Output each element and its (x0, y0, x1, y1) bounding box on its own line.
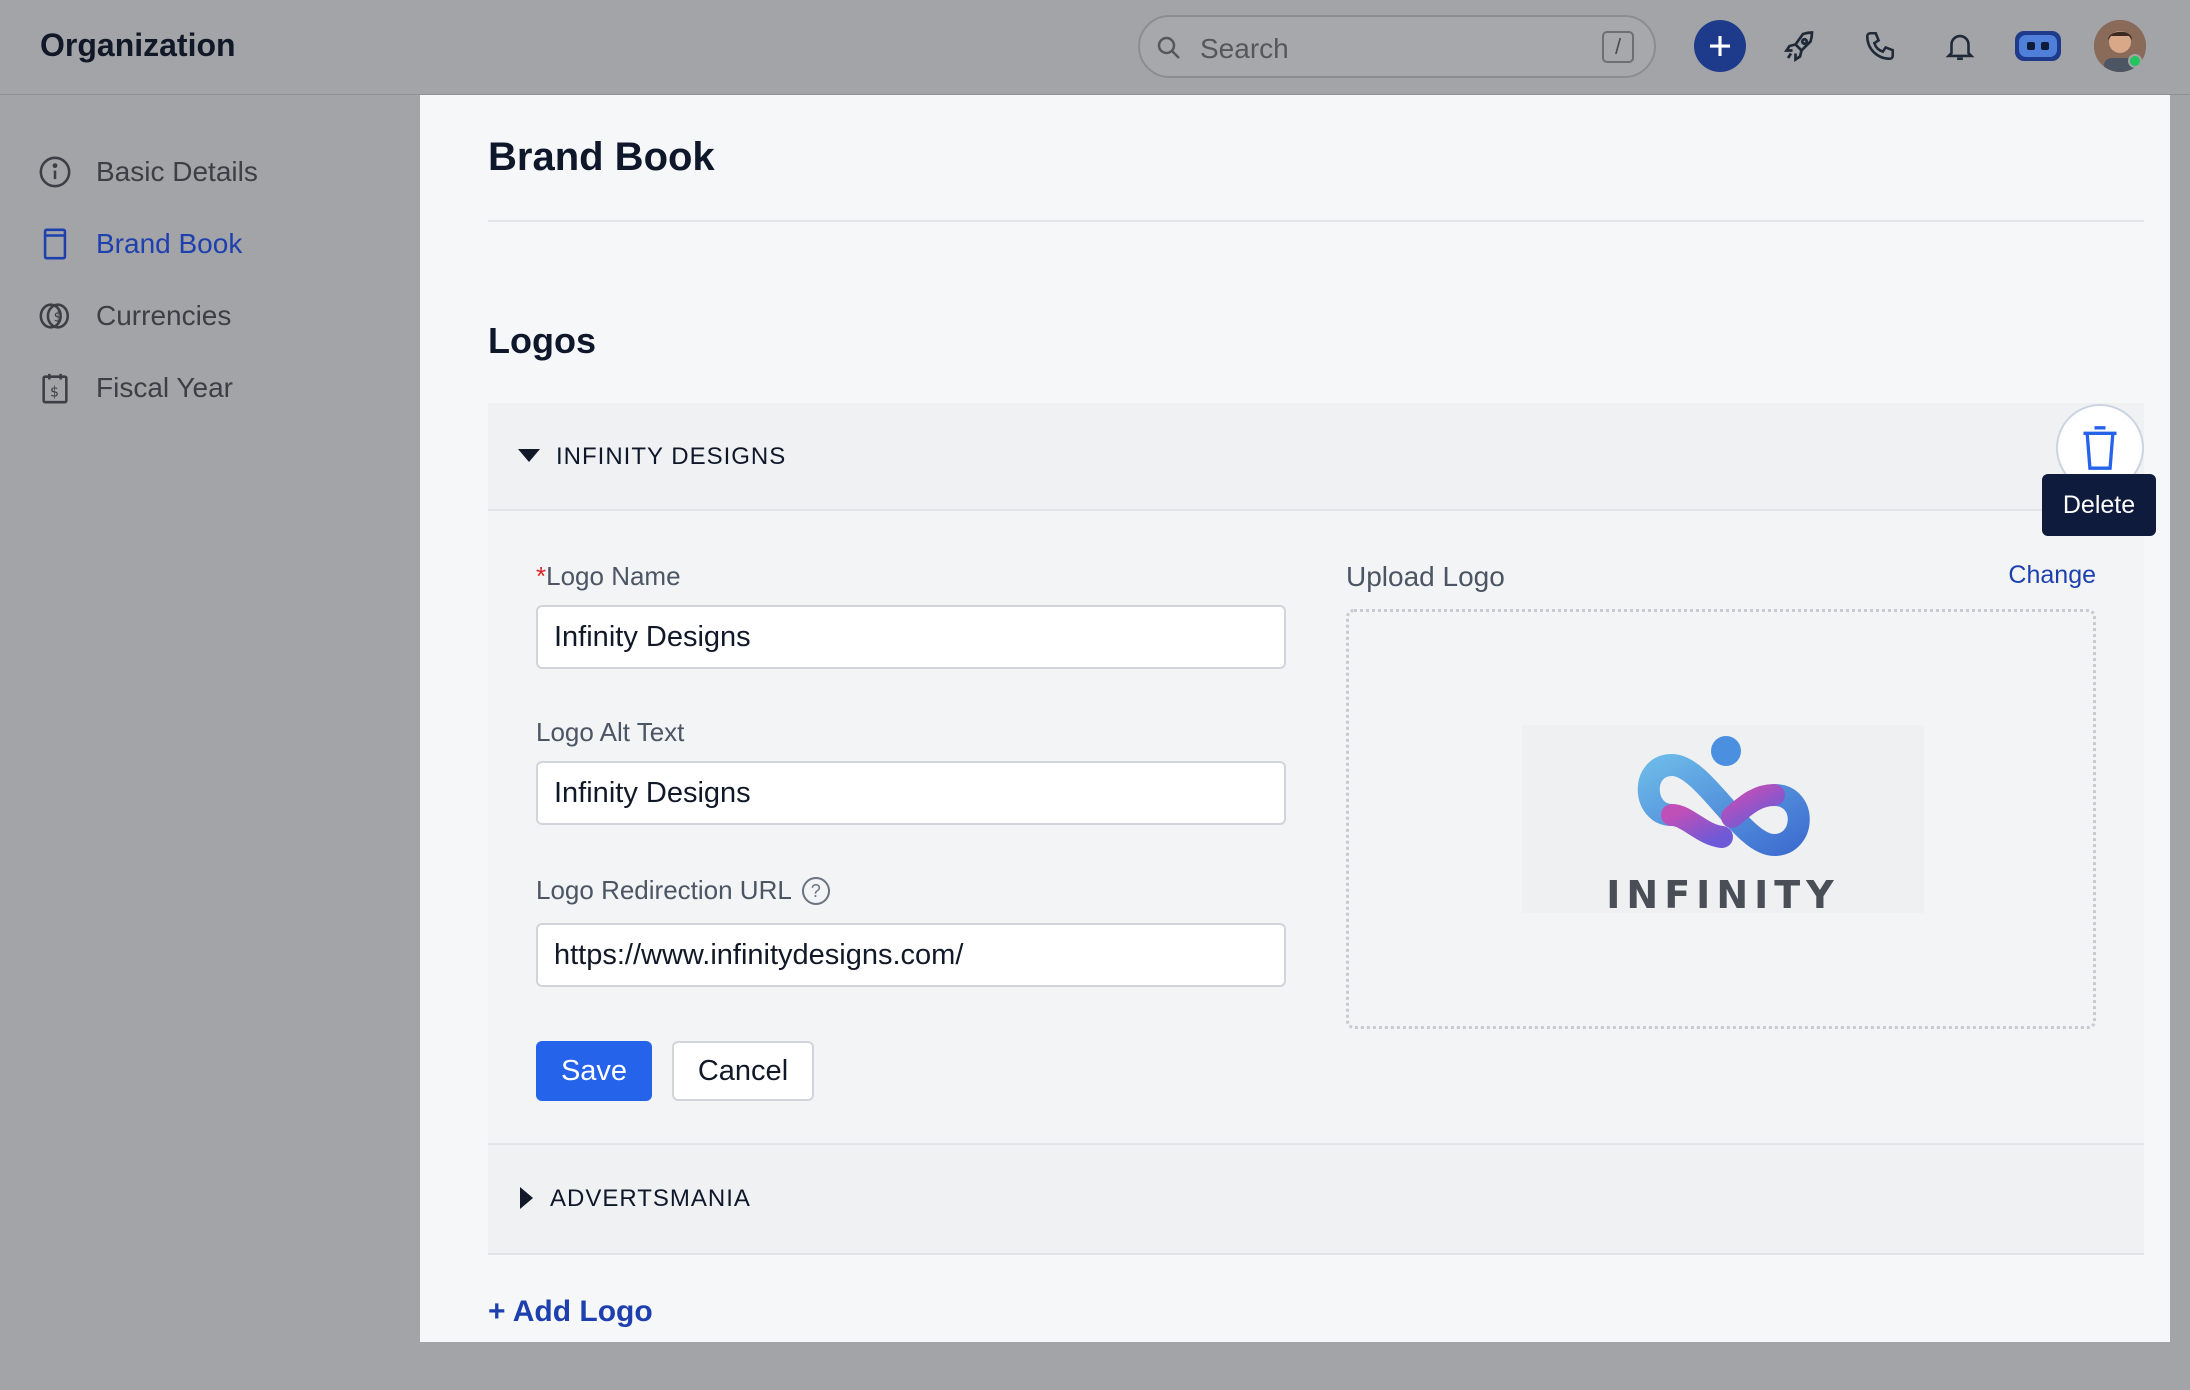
delete-logo-control: Delete (2042, 404, 2182, 538)
assistant-button[interactable] (2012, 20, 2064, 72)
save-button[interactable]: Save (536, 1041, 652, 1101)
sidebar-item-currencies[interactable]: $ Currencies (38, 294, 231, 338)
sidebar-item-label: Fiscal Year (96, 372, 233, 403)
logo-name-input[interactable]: Infinity Designs (536, 605, 1286, 669)
bell-icon (1945, 34, 1975, 61)
sidebar-item-label: Brand Book (96, 228, 243, 259)
search-input[interactable]: Search (1200, 33, 1289, 65)
logo-name-label: *Logo Name (536, 561, 681, 591)
logo-alt-text-input[interactable]: Infinity Designs (536, 761, 1286, 825)
accordion-header-advertsmania[interactable]: ADVERTSMANIA (488, 1145, 2144, 1255)
logo-accordion-infinity: INFINITY DESIGNS *Logo Name Infinity Des… (488, 403, 2144, 1145)
notifications-button[interactable] (1934, 20, 1986, 72)
cancel-button[interactable]: Cancel (672, 1041, 814, 1101)
sidebar-item-basic-details[interactable]: Basic Details (38, 150, 258, 194)
logo-alt-text-label: Logo Alt Text (536, 717, 685, 747)
info-icon (38, 155, 72, 189)
bot-icon (2015, 31, 2061, 61)
page-title: Brand Book (488, 135, 715, 179)
book-icon (38, 227, 72, 261)
create-button[interactable] (1694, 20, 1746, 72)
accordion-title: ADVERTSMANIA (550, 1185, 751, 1212)
change-logo-link[interactable]: Change (2008, 561, 2096, 590)
app-title: Organization (40, 27, 236, 63)
caret-right-icon (520, 1187, 533, 1209)
phone-icon (1865, 31, 1895, 61)
logo-preview-wordmark: INFINITY (1606, 873, 1840, 917)
plus-icon (1710, 36, 1730, 56)
svg-text:$: $ (54, 310, 63, 326)
title-divider (488, 220, 2144, 222)
accordion-header-infinity[interactable]: INFINITY DESIGNS (488, 403, 2144, 511)
caret-down-icon (518, 449, 540, 462)
online-status-dot (2128, 54, 2142, 68)
add-logo-link[interactable]: + Add Logo (488, 1295, 653, 1329)
top-bar: Organization Search / (0, 0, 2190, 95)
sidebar-item-label: Basic Details (96, 156, 258, 187)
upload-logo-label: Upload Logo (1346, 561, 1505, 592)
infinity-logo-icon (1637, 736, 1810, 857)
search-bar[interactable]: Search / (1138, 15, 1656, 78)
main-panel: Brand Book Logos INFINITY DESIGNS *Logo … (420, 95, 2170, 1342)
sidebar-item-label: Currencies (96, 300, 232, 331)
required-marker: * (536, 561, 547, 591)
calendar-dollar-icon: $ (38, 371, 72, 405)
section-title-logos: Logos (488, 320, 596, 361)
help-icon[interactable]: ? (801, 877, 830, 905)
svg-text:$: $ (50, 385, 59, 401)
sidebar-item-brand-book[interactable]: Brand Book (38, 222, 242, 266)
delete-tooltip: Delete (2042, 474, 2156, 536)
rocket-button[interactable] (1774, 20, 1826, 72)
accordion-body-infinity: *Logo Name Infinity Designs Logo Alt Tex… (488, 511, 2144, 1145)
logo-preview-image: INFINITY (1522, 725, 1924, 917)
coin-icon: $ (38, 299, 72, 333)
rocket-icon (1783, 31, 1814, 63)
logo-accordion-advertsmania: ADVERTSMANIA (488, 1145, 2144, 1255)
logo-dropzone[interactable]: INFINITY (1346, 609, 2096, 1029)
search-shortcut-badge: / (1602, 31, 1634, 63)
search-icon (1157, 36, 1180, 59)
logo-url-input[interactable]: https://www.infinitydesigns.com/ (536, 923, 1286, 987)
accordion-title: INFINITY DESIGNS (556, 443, 787, 470)
sidebar-item-fiscal-year[interactable]: $ Fiscal Year (38, 366, 233, 410)
logo-url-label: Logo Redirection URL? (536, 875, 830, 906)
phone-button[interactable] (1854, 20, 1906, 72)
trash-icon (2083, 426, 2117, 470)
